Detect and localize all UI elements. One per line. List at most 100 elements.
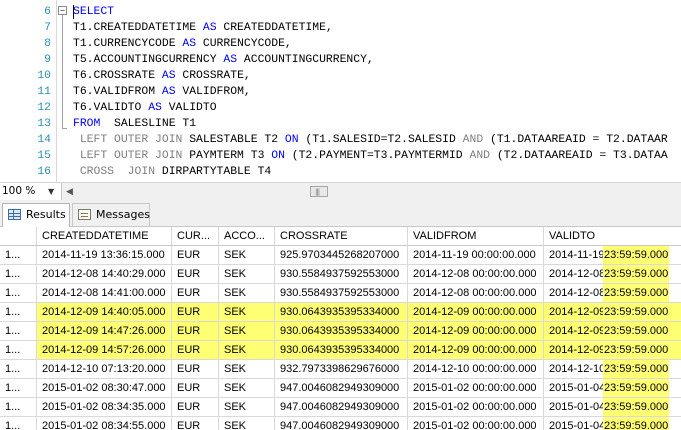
table-row[interactable]: 1... 2014-12-08 14:41:00.000 EUR SEK 930.558… — [0, 284, 681, 303]
horizontal-scrollbar[interactable]: 100 % ▼ ◀ ||| — [0, 182, 681, 200]
cell-createddatetime[interactable]: 2015-01-02 08:30:47.000 — [37, 379, 172, 398]
cell-currencycode[interactable]: EUR — [172, 341, 219, 360]
tab-results[interactable]: Results — [2, 203, 70, 227]
results-grid[interactable]: CREATEDDATETIME CUR... ACCO... CROSSRATE… — [0, 227, 681, 430]
validto-time-highlight: 23:59:59.000 — [603, 417, 670, 430]
column-header-currencycode[interactable]: CUR... — [172, 227, 219, 246]
line-number: 13 — [37, 118, 51, 130]
cell-crossrate[interactable]: 947.0046082949309000 — [275, 379, 408, 398]
row-number-cell[interactable]: 1... — [0, 398, 37, 417]
cell-validfrom[interactable]: 2014-12-09 00:00:00.000 — [408, 322, 544, 341]
column-header-accountingcurrency[interactable]: ACCO... — [219, 227, 275, 246]
cell-crossrate[interactable]: 925.9703445268207000 — [275, 246, 408, 265]
cell-crossrate[interactable]: 932.7973398629676000 — [275, 360, 408, 379]
row-number-cell[interactable]: 1... — [0, 322, 37, 341]
row-number-cell[interactable]: 1... — [0, 246, 37, 265]
cell-accountingcurrency[interactable]: SEK — [219, 284, 275, 303]
cell-createddatetime[interactable]: 2014-12-09 14:57:26.000 — [37, 341, 172, 360]
collapse-icon[interactable]: − — [58, 6, 67, 15]
cell-validfrom[interactable]: 2015-01-02 00:00:00.000 — [408, 379, 544, 398]
cell-currencycode[interactable]: EUR — [172, 398, 219, 417]
cell-validfrom[interactable]: 2014-12-10 00:00:00.000 — [408, 360, 544, 379]
table-row[interactable]: 1... 2014-12-09 14:47:26.000 EUR SEK 930.064… — [0, 322, 681, 341]
zoom-dropdown[interactable]: 100 % ▼ — [0, 183, 62, 200]
cell-accountingcurrency[interactable]: SEK — [219, 265, 275, 284]
row-number-cell[interactable]: 1... — [0, 284, 37, 303]
grid-icon — [8, 209, 21, 220]
cell-crossrate[interactable]: 930.0643935395334000 — [275, 341, 408, 360]
cell-accountingcurrency[interactable]: SEK — [219, 341, 275, 360]
cell-createddatetime[interactable]: 2014-12-10 07:13:20.000 — [37, 360, 172, 379]
cell-currencycode[interactable]: EUR — [172, 360, 219, 379]
cell-validfrom[interactable]: 2015-01-02 00:00:00.000 — [408, 417, 544, 430]
sql-editor[interactable]: − 6 SELECT 7 T1.CREATEDDATETIME AS CREATEDD… — [0, 0, 681, 182]
cell-currencycode[interactable]: EUR — [172, 322, 219, 341]
cell-currencycode[interactable]: EUR — [172, 265, 219, 284]
row-number-cell[interactable]: 1... — [0, 360, 37, 379]
cell-createddatetime[interactable]: 2015-01-02 08:34:35.000 — [37, 398, 172, 417]
column-header-crossrate[interactable]: CROSSRATE — [275, 227, 408, 246]
cell-crossrate[interactable]: 947.0046082949309000 — [275, 417, 408, 430]
row-number-cell[interactable]: 1... — [0, 379, 37, 398]
cell-currencycode[interactable]: EUR — [172, 284, 219, 303]
cell-createddatetime[interactable]: 2014-11-19 13:36:15.000 — [37, 246, 172, 265]
cell-validto[interactable]: 2014-12-0923:59:59.000 — [544, 303, 681, 322]
cell-validto[interactable]: 2015-01-0423:59:59.000 — [544, 379, 681, 398]
cell-createddatetime[interactable]: 2014-12-09 14:40:05.000 — [37, 303, 172, 322]
sql-keyword: AS — [161, 70, 176, 82]
table-row[interactable]: 1... 2014-11-19 13:36:15.000 EUR SEK 925.970… — [0, 246, 681, 265]
cell-createddatetime[interactable]: 2014-12-09 14:47:26.000 — [37, 322, 172, 341]
cell-createddatetime[interactable]: 2014-12-08 14:41:00.000 — [37, 284, 172, 303]
row-header-corner[interactable] — [0, 227, 37, 246]
cell-validto[interactable]: 2014-12-0823:59:59.000 — [544, 265, 681, 284]
cell-accountingcurrency[interactable]: SEK — [219, 398, 275, 417]
table-row[interactable]: 1... 2015-01-02 08:34:55.000 EUR SEK 947.004… — [0, 417, 681, 430]
row-number-cell[interactable]: 1... — [0, 417, 37, 430]
cell-currencycode[interactable]: EUR — [172, 379, 219, 398]
cell-crossrate[interactable]: 930.0643935395334000 — [275, 322, 408, 341]
scroll-left-icon[interactable]: ◀ — [66, 187, 73, 197]
cell-validfrom[interactable]: 2014-12-08 00:00:00.000 — [408, 284, 544, 303]
cell-validto[interactable]: 2014-12-0923:59:59.000 — [544, 322, 681, 341]
cell-accountingcurrency[interactable]: SEK — [219, 360, 275, 379]
row-number-cell[interactable]: 1... — [0, 265, 37, 284]
cell-validfrom[interactable]: 2014-12-08 00:00:00.000 — [408, 265, 544, 284]
cell-accountingcurrency[interactable]: SEK — [219, 322, 275, 341]
cell-createddatetime[interactable]: 2015-01-02 08:34:55.000 — [37, 417, 172, 430]
cell-currencycode[interactable]: EUR — [172, 417, 219, 430]
cell-currencycode[interactable]: EUR — [172, 246, 219, 265]
row-number-cell[interactable]: 1... — [0, 341, 37, 360]
column-header-createddatetime[interactable]: CREATEDDATETIME — [37, 227, 172, 246]
cell-validfrom[interactable]: 2015-01-02 00:00:00.000 — [408, 398, 544, 417]
cell-createddatetime[interactable]: 2014-12-08 14:40:29.000 — [37, 265, 172, 284]
cell-crossrate[interactable]: 930.5584937592553000 — [275, 265, 408, 284]
table-row[interactable]: 1... 2015-01-02 08:30:47.000 EUR SEK 947.004… — [0, 379, 681, 398]
cell-currencycode[interactable]: EUR — [172, 303, 219, 322]
column-header-validfrom[interactable]: VALIDFROM — [408, 227, 544, 246]
table-row[interactable]: 1... 2014-12-09 14:57:26.000 EUR SEK 930.064… — [0, 341, 681, 360]
cell-validto[interactable]: 2015-01-0423:59:59.000 — [544, 398, 681, 417]
cell-crossrate[interactable]: 947.0046082949309000 — [275, 398, 408, 417]
cell-validto[interactable]: 2014-12-0923:59:59.000 — [544, 341, 681, 360]
cell-validto[interactable]: 2014-12-0823:59:59.000 — [544, 284, 681, 303]
cell-accountingcurrency[interactable]: SEK — [219, 246, 275, 265]
cell-accountingcurrency[interactable]: SEK — [219, 303, 275, 322]
table-row[interactable]: 1... 2014-12-08 14:40:29.000 EUR SEK 930.558… — [0, 265, 681, 284]
cell-accountingcurrency[interactable]: SEK — [219, 417, 275, 430]
row-number-cell[interactable]: 1... — [0, 303, 37, 322]
cell-accountingcurrency[interactable]: SEK — [219, 379, 275, 398]
cell-validto[interactable]: 2014-11-1923:59:59.000 — [544, 246, 681, 265]
tab-messages[interactable]: Messages — [72, 203, 150, 226]
table-row[interactable]: 1... 2015-01-02 08:34:35.000 EUR SEK 947.004… — [0, 398, 681, 417]
cell-validfrom[interactable]: 2014-12-09 00:00:00.000 — [408, 341, 544, 360]
column-header-validto[interactable]: VALIDTO — [544, 227, 681, 246]
cell-validto[interactable]: 2015-01-0423:59:59.000 — [544, 417, 681, 430]
cell-crossrate[interactable]: 930.5584937592553000 — [275, 284, 408, 303]
cell-validfrom[interactable]: 2014-12-09 00:00:00.000 — [408, 303, 544, 322]
cell-crossrate[interactable]: 930.0643935395334000 — [275, 303, 408, 322]
cell-validfrom[interactable]: 2014-11-19 00:00:00.000 — [408, 246, 544, 265]
table-row[interactable]: 1... 2014-12-10 07:13:20.000 EUR SEK 932.797… — [0, 360, 681, 379]
cell-validto[interactable]: 2014-12-1023:59:59.000 — [544, 360, 681, 379]
line-number: 14 — [37, 134, 51, 146]
table-row[interactable]: 1... 2014-12-09 14:40:05.000 EUR SEK 930.064… — [0, 303, 681, 322]
